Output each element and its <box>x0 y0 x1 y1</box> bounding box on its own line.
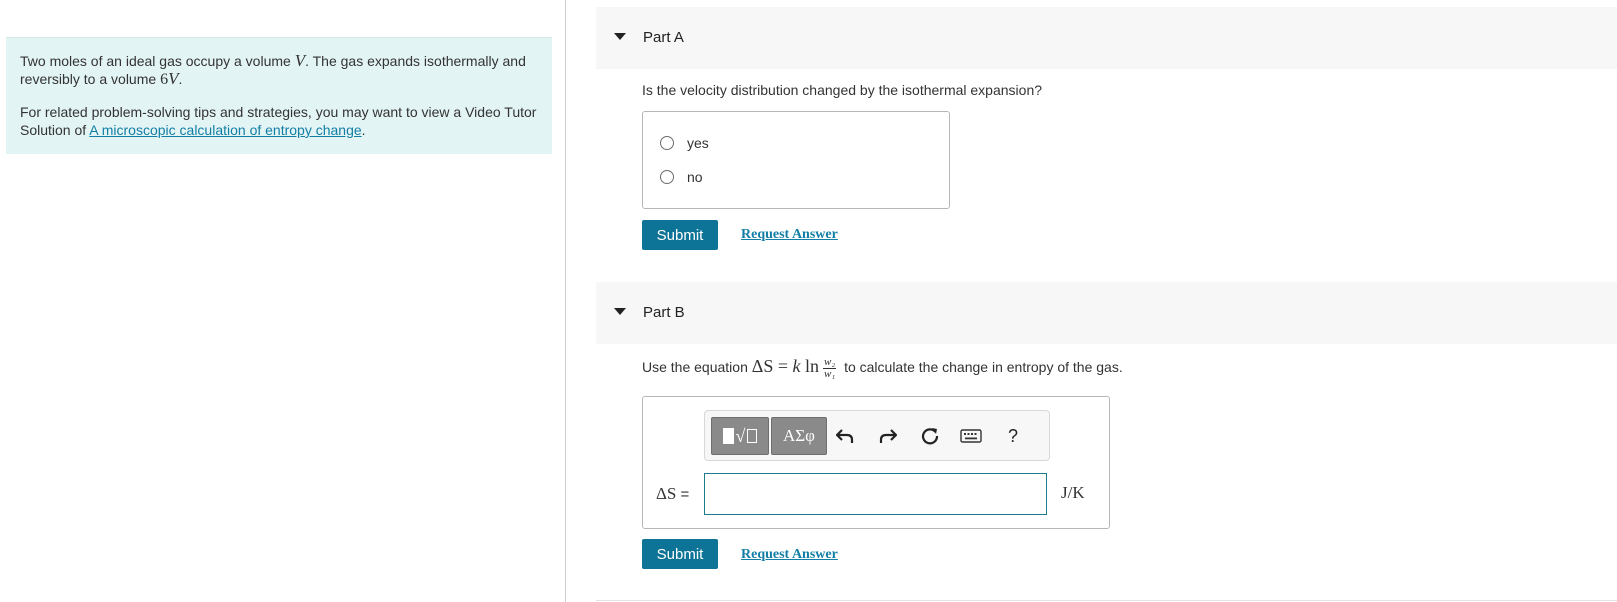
equation-equals: = <box>773 356 793 376</box>
problem-intro-pane: Two moles of an ideal gas occupy a volum… <box>0 0 566 602</box>
answer-label: ΔS = <box>656 484 689 504</box>
video-tutor-link[interactable]: A microscopic calculation of entropy cha… <box>89 122 361 138</box>
problem-text-part: . <box>178 71 183 87</box>
part-a-question: Is the velocity distribution changed by … <box>642 82 1043 98</box>
choice-label: no <box>687 169 703 185</box>
help-icon[interactable]: ? <box>1000 423 1026 449</box>
tutor-tip-text: For related problem-solving tips and str… <box>20 103 538 139</box>
answer-label-eq: = <box>676 486 690 503</box>
tip-text-part: . <box>361 122 366 138</box>
part-b-request-answer-link[interactable]: Request Answer <box>741 547 838 563</box>
fraction-denominator: w₁ <box>824 367 836 380</box>
collapse-caret-icon[interactable] <box>614 33 626 40</box>
question-text-part: to calculate the change in entropy of th… <box>840 359 1123 375</box>
math-toolbar: √ ΑΣφ ? <box>704 410 1050 461</box>
radio-button[interactable] <box>660 170 674 184</box>
part-b-submit-button[interactable]: Submit <box>642 539 718 569</box>
volume-variable: V <box>168 69 179 88</box>
greek-icon[interactable]: ΑΣφ <box>771 417 827 455</box>
collapse-caret-icon[interactable] <box>614 308 626 315</box>
equation-fraction: w₂ w₁ <box>823 355 837 380</box>
equation-delta-s: ΔS <box>751 356 774 376</box>
part-b-question: Use the equation ΔS = k ln w₂ w₁ to calcul… <box>642 356 1123 380</box>
answer-label-var: ΔS <box>656 484 677 503</box>
equation-k: k <box>792 356 801 376</box>
part-a-title: Part A <box>643 29 684 46</box>
template-box-icon <box>747 429 758 443</box>
unit-label: J/K <box>1061 483 1085 502</box>
fraction-numerator: w₂ <box>823 355 837 369</box>
part-b-answer-box: √ ΑΣφ ? ΔS = J/K <box>642 396 1110 529</box>
radical-icon: √ <box>735 426 746 446</box>
keyboard-icon[interactable] <box>958 423 984 449</box>
part-a-choices: yes no <box>642 111 950 209</box>
undo-icon[interactable] <box>832 423 858 449</box>
part-a-header[interactable]: Part A <box>596 7 1617 69</box>
part-b-header[interactable]: Part B <box>596 282 1617 344</box>
problem-text-part: Two moles of an ideal gas occupy a volum… <box>20 53 295 69</box>
choice-no[interactable]: no <box>660 169 703 185</box>
equation-ln: ln <box>800 356 820 376</box>
choice-yes[interactable]: yes <box>660 135 709 151</box>
volume-variable: V <box>294 51 306 70</box>
reset-icon[interactable] <box>917 423 943 449</box>
question-text-part: Use the equation <box>642 359 752 375</box>
templates-icon[interactable]: √ <box>711 417 769 455</box>
problem-text: Two moles of an ideal gas occupy a volum… <box>20 52 538 89</box>
radio-button[interactable] <box>660 136 674 150</box>
part-a-request-answer-link[interactable]: Request Answer <box>741 227 838 243</box>
part-b-title: Part B <box>643 304 685 321</box>
template-square-icon <box>722 428 734 444</box>
delta-s-input[interactable] <box>704 473 1047 515</box>
volume-multiplier: 6 <box>160 71 169 88</box>
problem-statement: Two moles of an ideal gas occupy a volum… <box>6 37 552 154</box>
choice-label: yes <box>687 135 709 151</box>
divider <box>596 600 1617 601</box>
part-a-submit-button[interactable]: Submit <box>642 220 718 250</box>
redo-icon[interactable] <box>875 423 901 449</box>
